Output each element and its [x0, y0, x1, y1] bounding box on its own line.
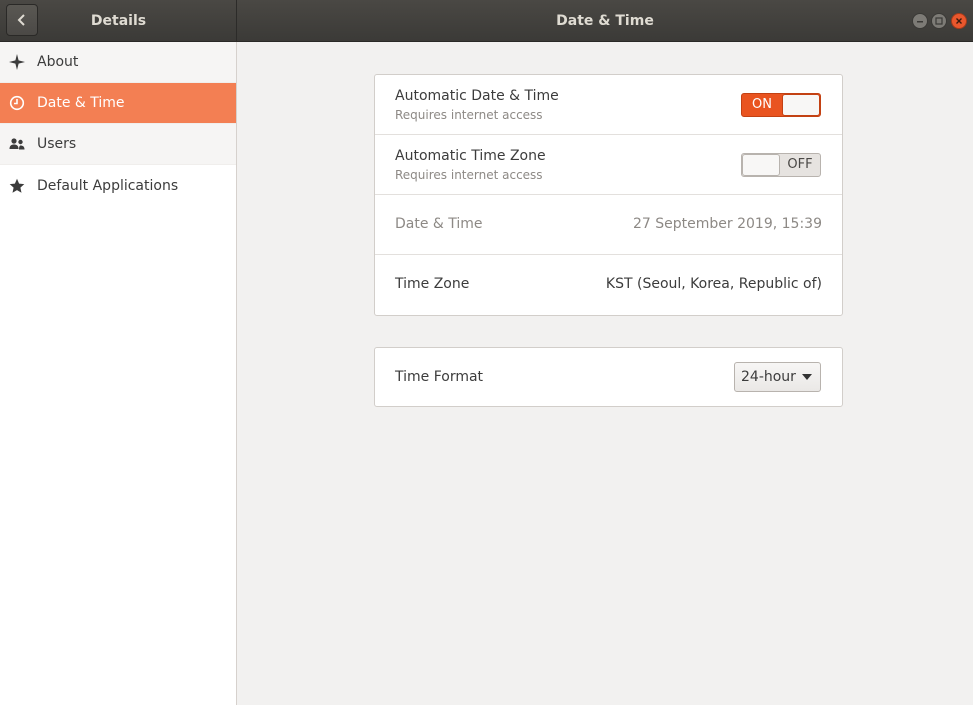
auto-datetime-subtitle: Requires internet access [395, 108, 543, 122]
datetime-row: Date & Time 27 September 2019, 15:39 [375, 195, 842, 255]
datetime-value: 27 September 2019, 15:39 [633, 216, 822, 232]
maximize-icon [935, 17, 943, 25]
window-title: Date & Time [556, 13, 654, 29]
star-icon [8, 177, 25, 194]
time-format-row: Time Format 24-hour [375, 348, 842, 406]
auto-timezone-subtitle: Requires internet access [395, 168, 543, 182]
sidebar-item-label: Users [37, 136, 77, 152]
time-format-panel: Time Format 24-hour [374, 347, 843, 407]
switch-state-label: OFF [787, 157, 813, 172]
sidebar-item-label: Default Applications [37, 177, 179, 194]
sidebar-item-about[interactable]: About [0, 42, 236, 83]
auto-datetime-row: Automatic Date & Time Requires internet … [375, 75, 842, 135]
maximize-button[interactable] [931, 13, 947, 29]
sidebar-item-label: About [37, 54, 79, 70]
auto-datetime-switch[interactable]: ON [741, 93, 821, 117]
sidebar-header: Details [0, 0, 237, 42]
clock-icon [8, 95, 25, 112]
time-format-dropdown[interactable]: 24-hour [734, 362, 821, 392]
switch-state-label: ON [752, 97, 772, 112]
sparkle-icon [8, 54, 25, 71]
chevron-down-icon [802, 374, 812, 380]
switch-knob [742, 154, 780, 176]
title-bar: Details Date & Time [0, 0, 973, 42]
sidebar-item-date-time[interactable]: Date & Time [0, 83, 236, 124]
minimize-icon [917, 21, 923, 23]
main-content: Automatic Date & Time Requires internet … [237, 42, 973, 705]
auto-timezone-row: Automatic Time Zone Requires internet ac… [375, 135, 842, 195]
timezone-title: Time Zone [395, 276, 470, 292]
datetime-settings-panel: Automatic Date & Time Requires internet … [374, 74, 843, 316]
auto-datetime-title: Automatic Date & Time [395, 88, 559, 104]
time-format-selected: 24-hour [741, 369, 796, 385]
sidebar-item-label: Date & Time [37, 95, 125, 111]
auto-timezone-switch[interactable]: OFF [741, 153, 821, 177]
sidebar-item-default-applications[interactable]: Default Applications [0, 165, 236, 206]
auto-timezone-title: Automatic Time Zone [395, 148, 546, 164]
time-format-title: Time Format [395, 369, 484, 385]
datetime-title: Date & Time [395, 216, 483, 232]
close-icon [956, 18, 962, 24]
timezone-value: KST (Seoul, Korea, Republic of) [605, 276, 822, 292]
minimize-button[interactable] [912, 13, 928, 29]
timezone-row[interactable]: Time Zone KST (Seoul, Korea, Republic of… [375, 255, 842, 315]
sidebar-title: Details [90, 13, 147, 29]
sidebar-item-users[interactable]: Users [0, 124, 236, 165]
sidebar: About Date & Time Users Default Applicat… [0, 42, 237, 705]
switch-knob [782, 94, 820, 116]
close-button[interactable] [951, 13, 967, 29]
users-icon [8, 136, 25, 153]
